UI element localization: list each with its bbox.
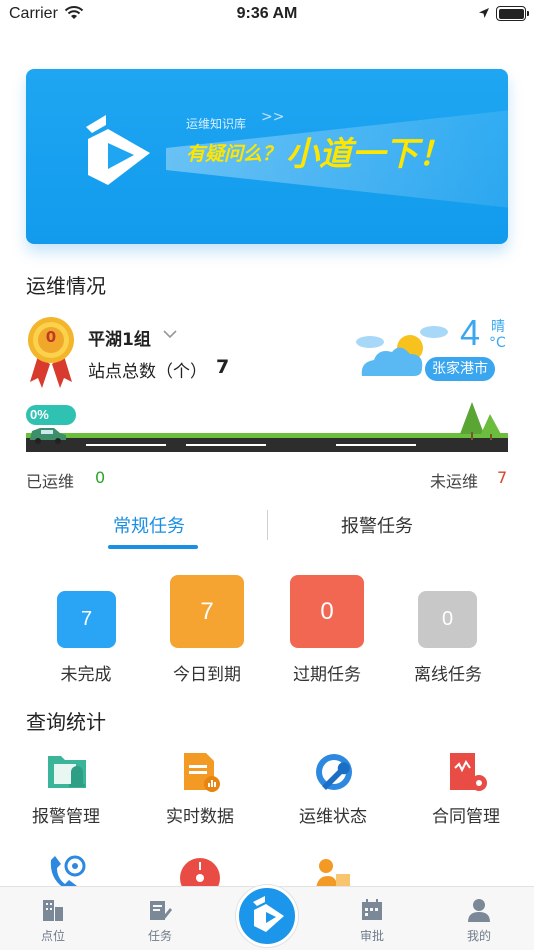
banner-subtitle-arrows: >> bbox=[261, 109, 285, 125]
query-section-title: 查询统计 bbox=[26, 710, 106, 734]
building-icon bbox=[43, 900, 63, 921]
tab-bar-label: 我的 bbox=[466, 929, 491, 943]
stat-box: 7 bbox=[170, 575, 244, 648]
chevron-down-icon[interactable] bbox=[163, 330, 177, 339]
status-bar: Carrier 9:36 AM bbox=[0, 0, 534, 30]
undone-label: 未运维 bbox=[430, 472, 479, 491]
data-document-icon bbox=[184, 753, 220, 792]
weather-city-badge[interactable]: 张家港市 bbox=[425, 357, 495, 381]
user-icon bbox=[468, 899, 490, 922]
query-item-label: 运维状态 bbox=[299, 807, 367, 827]
stat-label: 未完成 bbox=[60, 665, 112, 685]
car-icon bbox=[30, 428, 66, 444]
tab-bar-label: 任务 bbox=[147, 929, 172, 943]
clock: 9:36 AM bbox=[236, 5, 298, 22]
stat-label: 过期任务 bbox=[293, 665, 361, 685]
battery-icon bbox=[496, 6, 529, 21]
progress-percent-badge: 0% bbox=[26, 405, 76, 425]
query-item-label: 报警管理 bbox=[32, 807, 100, 827]
task-edit-icon bbox=[150, 901, 172, 920]
calendar-icon bbox=[362, 899, 382, 920]
contract-icon bbox=[450, 753, 487, 791]
trees-icon bbox=[460, 402, 502, 440]
query-item-label: 合同管理 bbox=[432, 807, 500, 827]
wrench-icon bbox=[316, 754, 352, 790]
tab-divider bbox=[267, 510, 268, 540]
home-logo-icon bbox=[253, 896, 284, 932]
tab-regular-tasks[interactable]: 常规任务 bbox=[113, 512, 185, 538]
done-count: 0 bbox=[95, 468, 106, 487]
site-count-label: 站点总数（个） bbox=[88, 362, 207, 382]
app-logo-icon bbox=[86, 115, 150, 185]
site-count-value: 7 bbox=[216, 356, 230, 378]
undone-count: 7 bbox=[497, 468, 508, 487]
alarm-folder-icon bbox=[48, 756, 86, 788]
weather-temperature: 4 bbox=[460, 312, 481, 353]
weather-condition: 晴 bbox=[491, 319, 505, 335]
medal-number: 0 bbox=[45, 328, 57, 346]
tab-alarm-tasks[interactable]: 报警任务 bbox=[341, 512, 413, 538]
team-name[interactable]: 平湖1组 bbox=[88, 325, 151, 350]
stat-box: 7 bbox=[57, 591, 116, 648]
stat-box: 0 bbox=[290, 575, 364, 648]
weather-unit: °C bbox=[489, 335, 506, 351]
road-lane-mark bbox=[186, 444, 266, 446]
rank-medal: 0 bbox=[24, 316, 78, 390]
tab-active-indicator bbox=[108, 545, 198, 549]
tab-bar-center-home-button[interactable] bbox=[236, 885, 298, 947]
done-label: 已运维 bbox=[26, 472, 75, 491]
location-arrow-icon bbox=[479, 8, 489, 18]
knowledge-base-banner[interactable]: 运维知识库 >> 有疑问么？ 小道一下！ bbox=[26, 69, 508, 244]
ops-progress-road: 0% bbox=[26, 400, 508, 456]
tab-bar-label: 点位 bbox=[40, 929, 65, 943]
stat-box: 0 bbox=[418, 591, 477, 648]
stat-label: 离线任务 bbox=[414, 665, 482, 685]
banner-subtitle: 运维知识库 bbox=[186, 117, 247, 131]
query-item-label: 实时数据 bbox=[166, 807, 234, 827]
tab-bar-label: 审批 bbox=[359, 929, 384, 943]
ops-section-title: 运维情况 bbox=[26, 274, 106, 298]
road-lane-mark bbox=[336, 444, 416, 446]
banner-headline: 小道一下！ bbox=[286, 134, 451, 173]
road-lane-mark bbox=[86, 444, 166, 446]
banner-question: 有疑问么？ bbox=[186, 143, 282, 165]
stat-label: 今日到期 bbox=[173, 665, 241, 685]
